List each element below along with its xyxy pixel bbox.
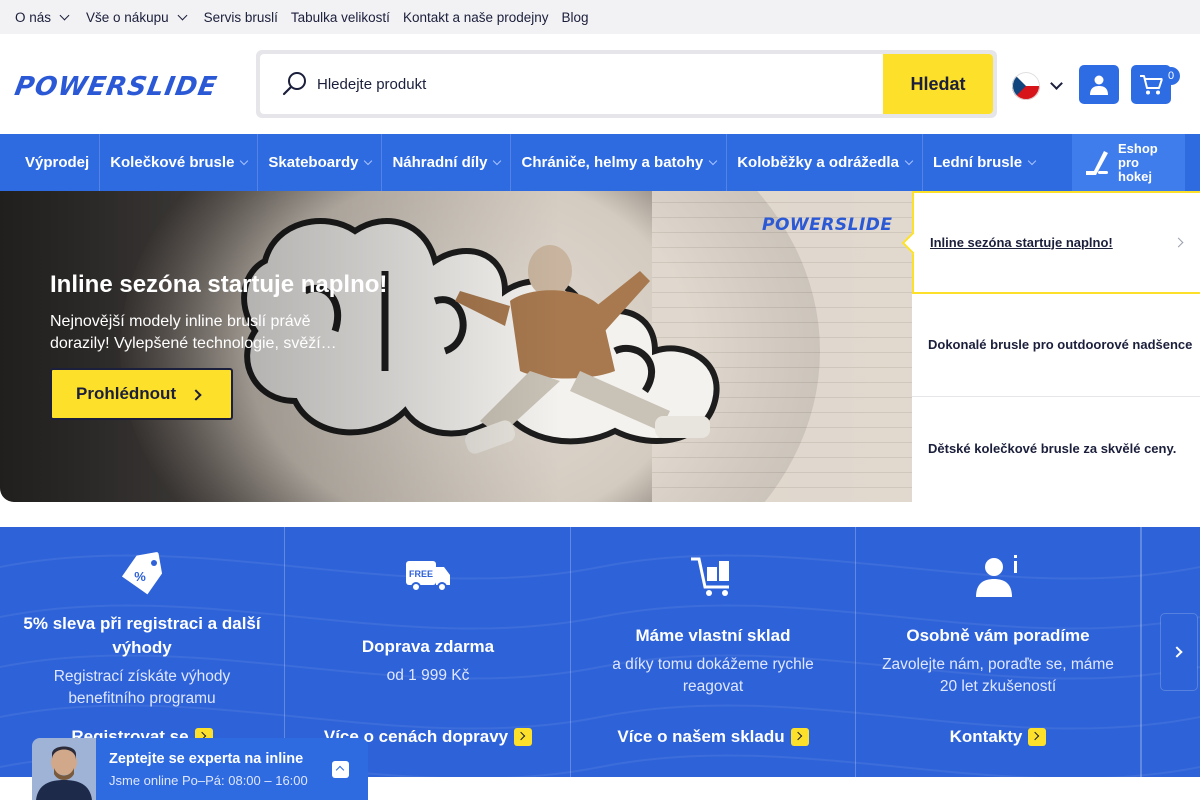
expert-chat-widget[interactable]: Zeptejte se experta na inline Jsme onlin… <box>32 738 368 800</box>
benefit-text: Zavolejte nám, poraďte se, máme 20 let z… <box>882 656 1114 695</box>
account-button[interactable] <box>1079 65 1119 104</box>
chevron-down-icon <box>364 156 373 166</box>
main-navigation: Výprodej Kolečkové brusle Skateboardy Ná… <box>0 134 1200 191</box>
hockey-eshop-link[interactable]: Eshop pro hokej <box>1072 134 1185 191</box>
chevron-down-icon <box>59 10 70 20</box>
benefit-title: Máme vlastní sklad <box>635 626 791 645</box>
chevron-down-icon <box>904 156 914 166</box>
topbar-item-shopping-info[interactable]: Vše o nákupu <box>86 10 191 25</box>
expert-avatar <box>32 738 96 800</box>
nav-item-skateboards[interactable]: Skateboardy <box>258 134 383 191</box>
search-icon <box>282 70 308 101</box>
chat-title: Zeptejte se experta na inline <box>109 751 304 767</box>
slide-item-outdoor-skates[interactable]: Dokonalé brusle pro outdoorové nadšence <box>912 294 1200 397</box>
benefit-own-warehouse: Máme vlastní sklad a díky tomu dokážeme … <box>571 527 856 777</box>
chevron-down-icon <box>1050 76 1063 90</box>
nav-item-spare-parts[interactable]: Náhradní díly <box>382 134 512 191</box>
chevron-right-icon <box>190 389 202 401</box>
svg-text:%: % <box>134 569 146 584</box>
contacts-link[interactable]: Kontakty <box>856 727 1140 747</box>
chevron-up-icon[interactable] <box>332 761 349 778</box>
top-bar: O nás Vše o nákupu Servis bruslí Tabulka… <box>0 0 1200 34</box>
chevron-right-icon <box>1028 728 1047 746</box>
warehouse-cart-icon <box>689 551 737 604</box>
hockey-stick-icon <box>1086 150 1108 175</box>
chevron-down-icon <box>708 156 718 166</box>
benefit-personal-advice: Osobně vám poradíme Zavolejte nám, poraď… <box>856 527 1141 777</box>
topbar-item-size-chart[interactable]: Tabulka velikostí <box>291 10 390 25</box>
chevron-right-icon <box>1171 646 1183 658</box>
hero-brand-logo: POWERSLIDE <box>762 215 893 235</box>
topbar-item-contact[interactable]: Kontakt a naše prodejny <box>403 10 549 25</box>
chevron-down-icon <box>177 10 188 20</box>
chevron-right-icon <box>790 728 809 746</box>
search-bar: Hledat <box>256 50 997 118</box>
nav-item-sale[interactable]: Výprodej <box>15 134 101 191</box>
header: POWERSLIDE Hledat 0 <box>0 34 1200 134</box>
warehouse-info-link[interactable]: Více o našem skladu <box>571 727 855 747</box>
topbar-item-about[interactable]: O nás <box>15 10 73 25</box>
benefit-text: a díky tomu dokážeme rychle reagovat <box>612 656 814 695</box>
hero-description: Nejnovější modely inline bruslí právě do… <box>50 313 337 352</box>
topbar-item-skate-service[interactable]: Servis bruslí <box>204 10 278 25</box>
nav-item-protection[interactable]: Chrániče, helmy a batohy <box>511 134 728 191</box>
chevron-right-icon <box>514 728 533 746</box>
nav-item-ice-skates[interactable]: Lední brusle <box>923 134 1045 191</box>
slide-item-inline-season[interactable]: Inline sezóna startuje naplno! <box>912 191 1200 294</box>
nav-item-inline-skates[interactable]: Kolečkové brusle <box>100 134 259 191</box>
expert-advice-icon <box>974 551 1022 604</box>
chevron-down-icon <box>493 156 502 166</box>
benefit-title: Doprava zdarma <box>361 637 495 656</box>
svg-text:FREE: FREE <box>409 569 433 579</box>
chevron-down-icon <box>240 156 249 166</box>
search-button[interactable]: Hledat <box>883 54 993 114</box>
discount-tag-icon: % <box>118 551 166 604</box>
cart-icon <box>1140 74 1163 94</box>
benefit-text: Registrací získáte výhody benefitního pr… <box>53 668 231 707</box>
topbar-item-blog[interactable]: Blog <box>562 10 589 25</box>
search-input[interactable] <box>317 54 877 114</box>
hockey-eshop-label: Eshop pro hokej <box>1118 140 1158 184</box>
logo[interactable]: POWERSLIDE <box>12 72 219 102</box>
language-selector[interactable] <box>1012 72 1063 100</box>
slide-item-kids-skates[interactable]: Dětské kolečkové brusle za skvělé ceny. <box>912 397 1200 500</box>
hero-slide-list: Inline sezóna startuje naplno! Dokonalé … <box>912 191 1200 502</box>
czech-flag-icon <box>1012 72 1040 100</box>
benefits-next-button[interactable] <box>1161 614 1197 690</box>
hero-banner[interactable]: POWERSLIDE Inline sezóna startuje naplno… <box>0 191 912 502</box>
chevron-down-icon <box>1027 156 1037 166</box>
hero-cta-button[interactable]: Prohlédnout <box>50 368 233 420</box>
free-delivery-truck-icon: FREE <box>404 551 452 604</box>
chat-status: Jsme online Po–Pá: 08:00 – 16:00 <box>109 773 308 788</box>
benefit-title: 5% sleva při registraci a další výhody <box>23 614 261 657</box>
user-icon <box>1090 75 1108 95</box>
hero-title: Inline sezóna startuje naplno! <box>50 271 388 298</box>
cart-count-badge: 0 <box>1162 67 1180 85</box>
benefit-text: od 1 999 Kč <box>386 667 470 684</box>
benefit-title: Osobně vám poradíme <box>906 626 1090 645</box>
nav-item-scooters[interactable]: Koloběžky a odrážedla <box>727 134 923 191</box>
chevron-right-icon <box>1173 237 1184 248</box>
